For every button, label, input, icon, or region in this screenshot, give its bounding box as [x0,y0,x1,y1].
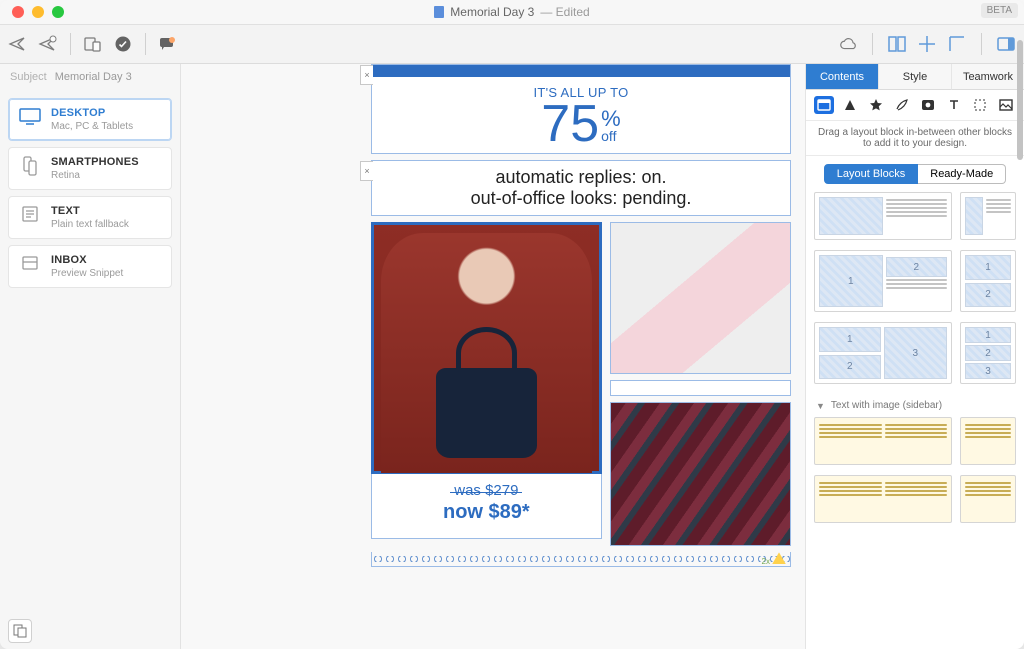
window-controls [12,6,64,18]
viewport-smartphones[interactable]: SMARTPHONES Retina [8,147,172,190]
contents-brush-icon[interactable] [892,96,912,114]
toolbar [0,25,1024,64]
add-viewport-button[interactable] [8,619,32,643]
subject-field[interactable]: Subject Memorial Day 3 [0,64,180,90]
contents-gallery-icon[interactable] [996,96,1016,114]
layout-thumb[interactable] [960,417,1016,465]
toggle-inspector-icon[interactable] [996,35,1016,53]
block-divider-wave[interactable]: 2x [371,552,791,567]
zoom-badge: 2x [762,557,770,566]
viewport-text[interactable]: TEXT Plain text fallback [8,196,172,239]
chevron-down-icon: ▼ [816,401,825,411]
viewport-title: SMARTPHONES [51,156,139,168]
block-handle[interactable]: × [360,65,373,85]
viewport-sub: Retina [51,170,139,181]
smartphone-icon [19,156,41,176]
contents-spacer-icon[interactable] [970,96,990,114]
subject-value: Memorial Day 3 [55,71,132,83]
layout-thumb[interactable] [814,192,952,240]
tab-contents[interactable]: Contents [806,64,879,90]
ruler-icon[interactable] [947,35,967,53]
text-icon [19,205,41,223]
layout-thumb[interactable] [960,475,1016,523]
viewport-desktop[interactable]: DESKTOP Mac, PC & Tablets [8,98,172,141]
zoom-window-button[interactable] [52,6,64,18]
minimize-window-button[interactable] [32,6,44,18]
inbox-icon [19,254,41,272]
thumb-section-header[interactable]: ▼ Text with image (sidebar) [814,394,1016,417]
inspector-tabs: Contents Style Teamwork [806,64,1024,90]
contents-heading-icon[interactable] [840,96,860,114]
seg-ready-made[interactable]: Ready-Made [918,164,1006,184]
layout-thumb[interactable]: 12 [960,250,1016,312]
layout-thumb[interactable]: 123 [814,322,952,384]
document-icon [434,6,444,18]
layout-columns-icon[interactable] [887,35,907,53]
block-header[interactable]: × IT'S ALL UP TO 75 % off [371,64,791,154]
send-icon[interactable] [8,35,28,53]
thumb-section-title: Text with image (sidebar) [831,400,942,411]
preview-sidebar: Subject Memorial Day 3 DESKTOP Mac, PC &… [0,64,181,649]
viewport-sub: Mac, PC & Tablets [51,121,133,132]
copy-line-1: automatic replies: on. [382,167,780,188]
price-was: was $279 [454,482,518,499]
panel-scrollbar[interactable] [1016,192,1024,649]
checklist-icon[interactable] [113,35,133,53]
panel-hint: Drag a layout block in-between other blo… [806,121,1024,156]
layout-thumb[interactable] [814,417,952,465]
tab-style[interactable]: Style [879,64,952,90]
contents-image-icon[interactable] [918,96,938,114]
layout-thumbnails: 12 12 123 123 ▼ Text with image (sidebar… [806,192,1024,649]
subject-label: Subject [10,71,47,83]
device-preview-icon[interactable] [83,35,103,53]
price-now: now $89* [378,501,595,524]
content-type-icons [806,90,1024,121]
contents-shape-icon[interactable] [866,96,886,114]
document-edited-indicator: — Edited [540,5,589,19]
block-handle[interactable]: × [360,161,373,181]
block-copy[interactable]: × automatic replies: on. out-of-office l… [371,160,791,216]
send-test-icon[interactable] [38,35,58,53]
contents-layout-icon[interactable] [814,96,834,114]
product-image-scarf[interactable] [610,402,791,546]
seg-layout-blocks[interactable]: Layout Blocks [824,164,918,184]
desktop-icon [19,107,41,125]
viewport-sub: Preview Snippet [51,268,123,279]
document-title: Memorial Day 3 — Edited [434,5,589,19]
guides-icon[interactable] [917,35,937,53]
viewport-inbox[interactable]: INBOX Preview Snippet [8,245,172,288]
product-image-pink-bag[interactable] [610,222,791,374]
viewport-title: DESKTOP [51,107,133,119]
spacer-block[interactable] [610,380,791,396]
layout-thumb[interactable]: 12 [814,250,952,312]
design-canvas[interactable]: × IT'S ALL UP TO 75 % off [181,64,805,649]
tab-teamwork[interactable]: Teamwork [952,64,1024,90]
copy-line-2: out-of-office looks: pending. [382,188,780,209]
layout-segmented-control: Layout Blocks Ready-Made [806,156,1024,192]
viewport-sub: Plain text fallback [51,219,129,230]
product-image-main[interactable] [371,222,602,474]
cloud-icon[interactable] [838,35,858,53]
product-caption[interactable]: was $279 now $89* [371,474,602,539]
beta-badge: BETA [981,3,1018,18]
warning-icon [772,552,786,564]
titlebar: Memorial Day 3 — Edited BETA [0,0,1024,25]
hero-off: off [601,128,616,144]
document-name: Memorial Day 3 [450,5,534,19]
layout-thumb[interactable] [814,475,952,523]
hero-number: 75 [541,100,599,149]
app-window: Memorial Day 3 — Edited BETA [0,0,1024,649]
viewport-title: TEXT [51,205,129,217]
close-window-button[interactable] [12,6,24,18]
inspector-panel: Contents Style Teamwork Drag a layout bl… [805,64,1024,649]
viewport-title: INBOX [51,254,123,266]
block-products: was $279 now $89* [371,222,791,546]
contents-text-icon[interactable] [944,96,964,114]
layout-thumb[interactable] [960,192,1016,240]
layout-thumb[interactable]: 123 [960,322,1016,384]
chat-icon[interactable] [158,35,178,53]
email-document: × IT'S ALL UP TO 75 % off [371,64,791,567]
